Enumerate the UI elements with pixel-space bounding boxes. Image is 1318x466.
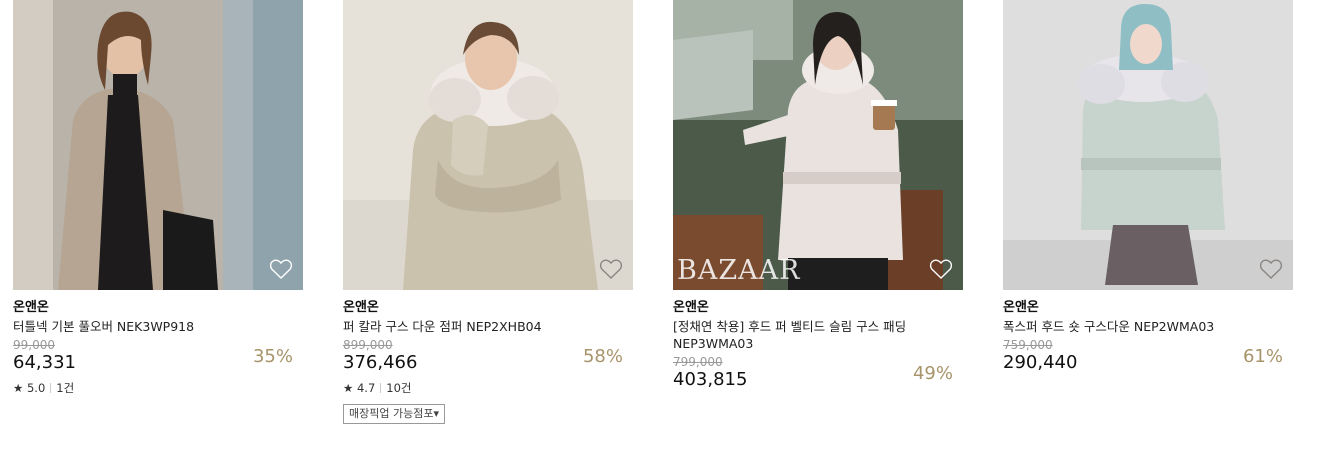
rating-summary: ★ 4.7 10건: [343, 381, 633, 395]
product-photo-turtleneck: [13, 0, 303, 290]
brand-name[interactable]: 온앤온: [343, 300, 633, 316]
product-card[interactable]: BAZAAR 온앤온 [정채연 착용] 후드 퍼 벨티드 슬림 구스 패딩 NE…: [673, 0, 963, 391]
product-card[interactable]: 온앤온 터틀넥 기본 풀오버 NEK3WP918 99,000 64,331 3…: [13, 0, 303, 395]
product-image[interactable]: [13, 0, 303, 290]
brand-name[interactable]: 온앤온: [1003, 300, 1293, 316]
brand-name[interactable]: 온앤온: [673, 300, 963, 316]
divider: [50, 383, 52, 393]
magazine-watermark: BAZAAR: [677, 255, 801, 286]
wishlist-heart-icon[interactable]: [929, 258, 953, 280]
discount-rate: 61%: [1242, 346, 1283, 367]
discount-rate: 58%: [582, 346, 623, 367]
brand-name[interactable]: 온앤온: [13, 300, 303, 316]
sale-price: 376,466: [343, 352, 418, 373]
rating-score: 5.0: [26, 381, 46, 395]
product-photo-fur-collar-down: [343, 0, 633, 290]
wishlist-heart-icon[interactable]: [1259, 258, 1283, 280]
review-count[interactable]: 1건: [56, 381, 74, 395]
discount-rate: 35%: [252, 346, 293, 367]
discount-rate: 49%: [912, 363, 953, 384]
wishlist-heart-icon[interactable]: [269, 258, 293, 280]
wishlist-heart-icon[interactable]: [599, 258, 623, 280]
star-icon: ★: [13, 381, 24, 395]
product-name[interactable]: [정채연 착용] 후드 퍼 벨티드 슬림 구스 패딩 NEP3WMA03: [673, 318, 963, 352]
sale-price: 403,815: [673, 369, 748, 390]
sale-price: 64,331: [13, 352, 76, 373]
product-card[interactable]: 온앤온 퍼 칼라 구스 다운 점퍼 NEP2XHB04 899,000 376,…: [343, 0, 633, 424]
product-name[interactable]: 폭스퍼 후드 숏 구스다운 NEP2WMA03: [1003, 318, 1293, 335]
product-image[interactable]: BAZAAR: [673, 0, 963, 290]
rating-score: 4.7: [356, 381, 376, 395]
product-card[interactable]: 온앤온 폭스퍼 후드 숏 구스다운 NEP2WMA03 759,000 290,…: [1003, 0, 1293, 374]
product-image[interactable]: [1003, 0, 1293, 290]
triangle-down-icon: ▾: [433, 407, 439, 420]
store-pickup-label: 매장픽업 가능점포: [349, 407, 434, 420]
product-name[interactable]: 터틀넥 기본 풀오버 NEK3WP918: [13, 318, 303, 335]
product-name[interactable]: 퍼 칼라 구스 다운 점퍼 NEP2XHB04: [343, 318, 633, 335]
review-count[interactable]: 10건: [386, 381, 411, 395]
sale-price: 290,440: [1003, 352, 1078, 373]
product-photo-belted-hood-padding: [673, 0, 963, 290]
store-pickup-button[interactable]: 매장픽업 가능점포▾: [343, 404, 445, 424]
rating-summary: ★ 5.0 1건: [13, 381, 303, 395]
star-icon: ★: [343, 381, 354, 395]
divider: [380, 383, 382, 393]
product-photo-fox-fur-hood-down: [1003, 0, 1293, 290]
product-image[interactable]: [343, 0, 633, 290]
